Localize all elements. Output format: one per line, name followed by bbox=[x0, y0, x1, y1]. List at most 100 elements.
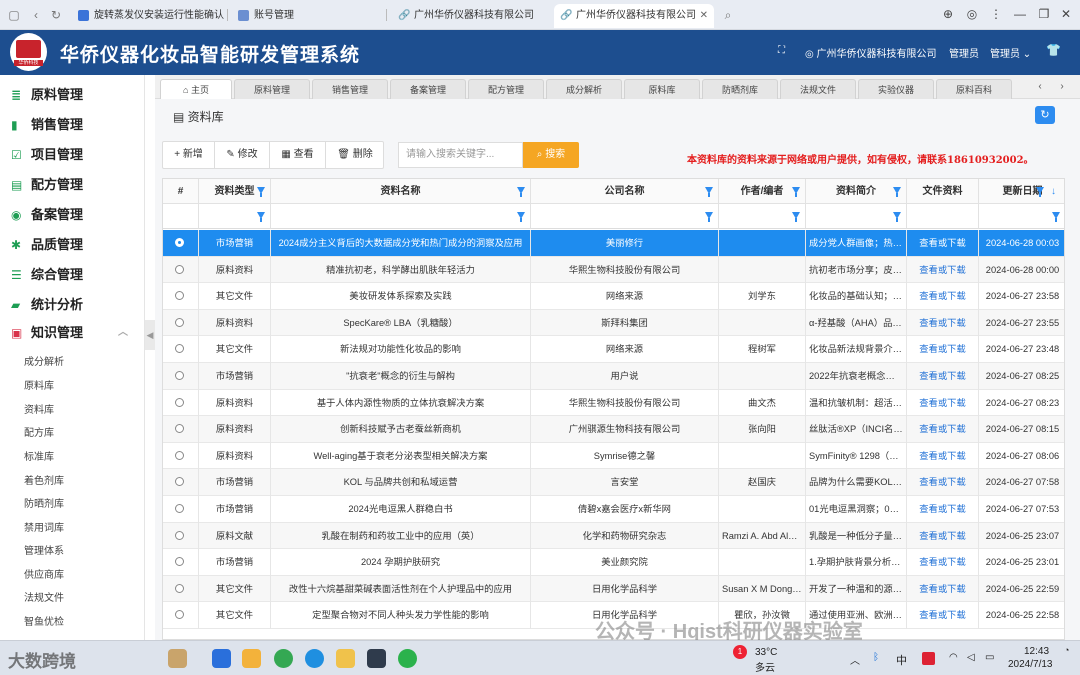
row-radio[interactable] bbox=[175, 583, 184, 593]
sidebar-subitem[interactable]: 禁用词库 bbox=[24, 519, 64, 534]
volume-icon[interactable]: ◁ bbox=[967, 652, 975, 663]
column-header[interactable]: 公司名称 bbox=[531, 179, 719, 204]
edge-icon[interactable] bbox=[305, 649, 324, 668]
row-select-cell[interactable] bbox=[163, 549, 199, 576]
sidebar-subitem[interactable]: 供应商库 bbox=[24, 566, 64, 581]
row-select-cell[interactable] bbox=[163, 230, 199, 257]
tab-regulations[interactable]: 法规文件 bbox=[780, 79, 856, 99]
row-radio[interactable] bbox=[175, 344, 184, 354]
row-select-cell[interactable] bbox=[163, 416, 199, 443]
column-header[interactable]: 资料简介 bbox=[806, 179, 907, 204]
row-select-cell[interactable] bbox=[163, 442, 199, 470]
ime-indicator[interactable]: 中 bbox=[896, 652, 907, 668]
file-link[interactable]: 查看或下载 bbox=[907, 469, 979, 496]
table-row[interactable]: 市场营销 KOL 与品牌共创和私域运营 言安堂 赵国庆 品牌为什么需要KOL… 查看或下载… bbox=[163, 469, 1064, 496]
reload-icon[interactable]: ↻ bbox=[48, 7, 64, 23]
browser-tab-3[interactable]: 🔗 广州华侨仪器科技有限公司 bbox=[392, 4, 547, 28]
sidebar-subitem[interactable]: 法规文件 bbox=[24, 589, 64, 604]
filter-icon[interactable] bbox=[705, 187, 713, 197]
row-select-cell[interactable] bbox=[163, 336, 199, 363]
refresh-button[interactable]: ↻ bbox=[1035, 106, 1055, 124]
tab-ingredient-analysis[interactable]: 成分解析 bbox=[546, 79, 622, 99]
sidebar-subitem[interactable]: 智鱼优检 bbox=[24, 613, 64, 628]
row-select-cell[interactable] bbox=[163, 469, 199, 496]
table-row[interactable]: 原料资料 基于人体内源性物质的立体抗衰解决方案 华熙生物科技股份有限公司 曲文杰 温和抗… bbox=[163, 389, 1064, 417]
file-link[interactable]: 查看或下载 bbox=[907, 602, 979, 629]
sidebar-toggle-icon[interactable]: ▢ bbox=[6, 7, 22, 23]
tab-sales[interactable]: 销售管理 bbox=[312, 79, 388, 99]
close-tab-icon[interactable]: ✕ bbox=[700, 4, 708, 28]
tab-materials[interactable]: 原料管理 bbox=[234, 79, 310, 99]
windows-start-icon[interactable] bbox=[212, 649, 231, 668]
row-radio[interactable] bbox=[175, 371, 184, 380]
view-button[interactable]: ▦ 查看 bbox=[270, 142, 326, 168]
row-radio[interactable] bbox=[175, 397, 184, 407]
file-link[interactable]: 查看或下载 bbox=[907, 442, 979, 470]
file-link[interactable]: 查看或下载 bbox=[907, 575, 979, 603]
tab-material-library[interactable]: 原料库 bbox=[624, 79, 700, 99]
tab-material-encyclopedia[interactable]: 原料百科 bbox=[936, 79, 1012, 99]
file-link[interactable]: 查看或下载 bbox=[907, 522, 979, 550]
table-row[interactable]: 原料资料 SpecKare® LBA（乳糖酸） 斯拜科集团 α-羟基酸（AHA）品… 查… bbox=[163, 309, 1064, 337]
tab-filing[interactable]: 备案管理 bbox=[390, 79, 466, 99]
terminal-icon[interactable] bbox=[367, 649, 386, 668]
filter-icon[interactable] bbox=[893, 212, 901, 222]
row-radio[interactable] bbox=[175, 264, 184, 274]
filter-icon[interactable] bbox=[1036, 187, 1044, 197]
table-row[interactable]: 其它文件 美妆研发体系探索及实践 网络来源 刘学东 化妆品的基础认知；… 查看或下载 202… bbox=[163, 283, 1064, 310]
sidebar-item-quality[interactable]: ✱ 品质管理 bbox=[0, 230, 144, 260]
row-radio[interactable] bbox=[175, 610, 184, 620]
sidebar-subitem[interactable]: 配方库 bbox=[24, 424, 54, 439]
company-name[interactable]: ◎ 广州华侨仪器科技有限公司 bbox=[805, 45, 937, 60]
sort-desc-icon[interactable]: ↓ bbox=[1051, 179, 1056, 204]
wifi-icon[interactable]: ◠ bbox=[949, 652, 958, 663]
row-select-cell[interactable] bbox=[163, 575, 199, 603]
row-select-cell[interactable] bbox=[163, 496, 199, 523]
filter-icon[interactable] bbox=[705, 212, 713, 222]
folder-icon[interactable] bbox=[336, 649, 355, 668]
table-row[interactable]: 原料资料 创新科技赋予古老蚕丝新商机 广州骐源生物科技有限公司 张向阳 丝肽活®XP（I… bbox=[163, 416, 1064, 443]
file-link[interactable]: 查看或下载 bbox=[907, 416, 979, 443]
file-link[interactable]: 查看或下载 bbox=[907, 283, 979, 310]
tab-sunscreen-library[interactable]: 防晒剂库 bbox=[702, 79, 778, 99]
chrome-icon[interactable] bbox=[274, 649, 293, 668]
sidebar-item-sales[interactable]: ▮ 销售管理 bbox=[0, 110, 144, 140]
filter-icon[interactable] bbox=[792, 187, 800, 197]
fullscreen-icon[interactable]: ⛶ bbox=[778, 45, 785, 56]
filter-icon[interactable] bbox=[1052, 212, 1060, 222]
sidebar-subitem[interactable]: 资料库 bbox=[24, 401, 54, 416]
filter-icon[interactable] bbox=[517, 212, 525, 222]
row-select-cell[interactable] bbox=[163, 522, 199, 550]
file-link[interactable]: 查看或下载 bbox=[907, 256, 979, 284]
sidebar-item-knowledge[interactable]: ▣ 知识管理 ︿ bbox=[0, 318, 144, 348]
row-select-cell[interactable] bbox=[163, 363, 199, 390]
row-select-cell[interactable] bbox=[163, 256, 199, 284]
table-row[interactable]: 市场营销 2024 孕期护肤研究 美业颜究院 1.孕期护肤背景分析… 查看或下载 2024… bbox=[163, 549, 1064, 576]
tab-formulas[interactable]: 配方管理 bbox=[468, 79, 544, 99]
sidebar-subitem[interactable]: 着色剂库 bbox=[24, 472, 64, 487]
tab-scroll-left-icon[interactable]: ‹ bbox=[1031, 79, 1049, 95]
sidebar-item-stats[interactable]: ▰ 统计分析 bbox=[0, 290, 144, 320]
edit-button[interactable]: ✎ 修改 bbox=[215, 142, 270, 168]
filter-row-cell[interactable] bbox=[979, 204, 1064, 229]
browser-tab-2[interactable]: 账号管理 bbox=[232, 4, 382, 28]
file-link[interactable]: 查看或下载 bbox=[907, 496, 979, 523]
row-radio[interactable] bbox=[175, 424, 184, 434]
filter-row-cell[interactable] bbox=[199, 204, 271, 229]
filter-row-cell[interactable] bbox=[271, 204, 531, 229]
file-link[interactable]: 查看或下载 bbox=[907, 336, 979, 363]
file-link[interactable]: 查看或下载 bbox=[907, 363, 979, 390]
search-input[interactable]: 请输入搜索关键字... bbox=[398, 142, 523, 168]
search-icon[interactable]: ⌕ bbox=[720, 7, 736, 23]
row-radio[interactable] bbox=[175, 291, 184, 301]
table-row[interactable]: 其它文件 改性十六烷基甜菜碱表面活性剂在个人护理品中的应用 日用化学品科学 Susan… bbox=[163, 575, 1064, 603]
back-icon[interactable]: ‹ bbox=[28, 7, 44, 23]
sidebar-item-formulas[interactable]: ▤ 配方管理 bbox=[0, 170, 144, 200]
sidebar-subitem[interactable]: 原料库 bbox=[24, 377, 54, 392]
sidebar-item-projects[interactable]: ☑ 项目管理 bbox=[0, 140, 144, 170]
file-link[interactable]: 查看或下载 bbox=[907, 230, 979, 257]
restore-icon[interactable]: ❐ bbox=[1036, 7, 1052, 21]
tab-scroll-right-icon[interactable]: › bbox=[1053, 79, 1071, 95]
filter-icon[interactable] bbox=[893, 187, 901, 197]
table-row[interactable]: 市场营销 2024成分主义背后的大数据成分党和热门成分的洞察及应用 美丽修行 成分党人… bbox=[163, 230, 1064, 257]
